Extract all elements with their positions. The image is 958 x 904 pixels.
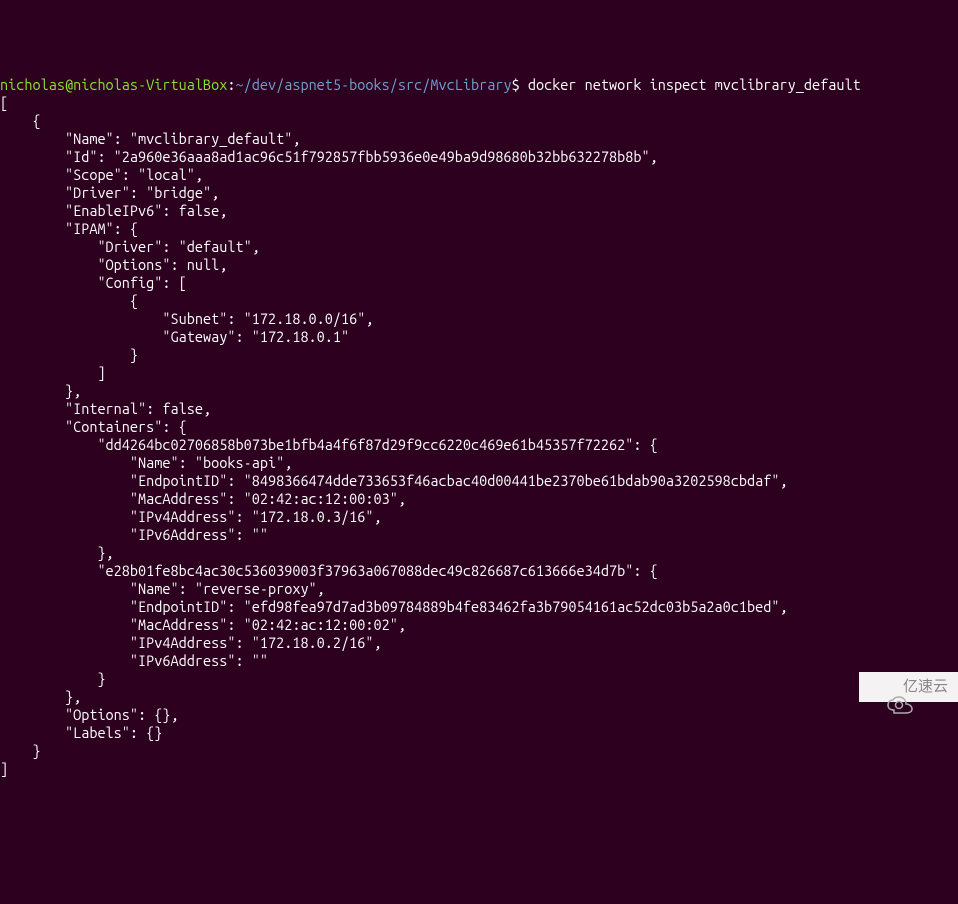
command-input[interactable]: docker network inspect mvclibrary_defaul… xyxy=(520,76,861,93)
terminal-window[interactable]: nicholas@nicholas-VirtualBox:~/dev/aspne… xyxy=(0,72,958,778)
cloud-icon xyxy=(869,678,897,696)
command-output: [ { "Name": "mvclibrary_default", "Id": … xyxy=(0,94,788,777)
prompt-path: ~/dev/aspnet5-books/src/MvcLibrary xyxy=(235,76,511,93)
watermark-text: 亿速云 xyxy=(903,678,948,696)
prompt-user: nicholas@nicholas-VirtualBox xyxy=(0,76,227,93)
watermark: 亿速云 xyxy=(859,672,958,702)
prompt-dollar: $ xyxy=(512,76,520,93)
